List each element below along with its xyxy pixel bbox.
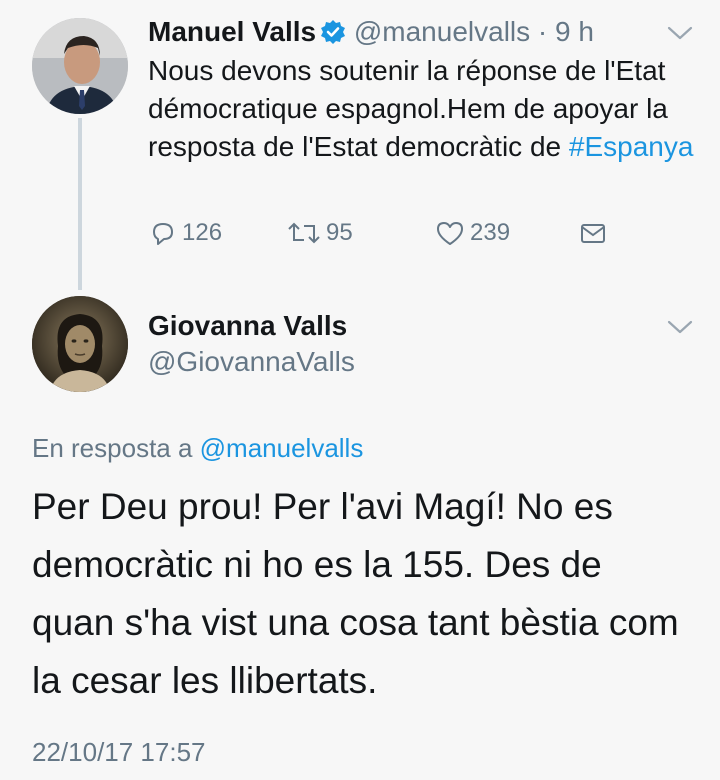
author-handle[interactable]: @manuelvalls	[354, 16, 530, 47]
reply-context: En resposta a @manuelvalls	[32, 432, 363, 464]
like-count: 239	[470, 219, 511, 246]
tweet-timestamp[interactable]: 22/10/17 17:57	[32, 736, 206, 768]
tweet1-text: Nous devons soutenir la réponse de l'Eta…	[148, 52, 698, 166]
reply-icon	[148, 218, 178, 248]
tweet1-header: Manuel Valls @manuelvalls · 9 h	[148, 14, 700, 50]
direct-message-icon	[578, 218, 608, 248]
author-name[interactable]: Giovanna Valls	[148, 308, 347, 344]
reply-button[interactable]: 126	[148, 218, 222, 248]
retweet-icon	[286, 218, 322, 248]
hashtag-link[interactable]: #Espanya	[569, 131, 694, 162]
like-button[interactable]: 239	[434, 218, 510, 248]
avatar-giovanna-valls[interactable]	[32, 296, 128, 392]
reply-prefix: En resposta a	[32, 433, 200, 463]
retweet-button[interactable]: 95	[286, 218, 353, 248]
tweet-time: · 9 h	[537, 16, 594, 47]
verified-badge-icon	[320, 18, 346, 44]
chevron-down-icon[interactable]	[666, 318, 694, 336]
author-name[interactable]: Manuel Valls	[148, 16, 316, 47]
avatar-manuel-valls[interactable]	[32, 18, 128, 114]
reply-count: 126	[182, 219, 223, 246]
chevron-down-icon[interactable]	[666, 24, 694, 42]
like-icon	[434, 218, 466, 248]
mention-link[interactable]: @manuelvalls	[200, 433, 364, 463]
tweet2-text: Per Deu prou! Per l'avi Magí! No es demo…	[32, 486, 679, 701]
author-handle[interactable]: @GiovannaValls	[148, 344, 355, 380]
direct-message-button[interactable]	[578, 218, 608, 248]
retweet-count: 95	[326, 219, 353, 246]
thread-connector	[78, 118, 82, 290]
